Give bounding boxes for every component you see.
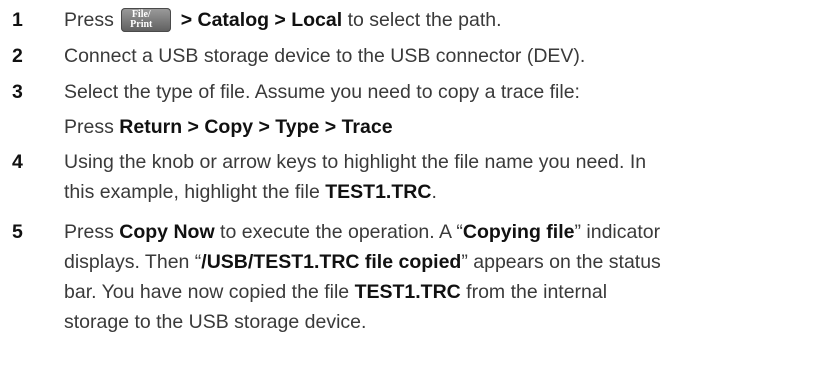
step-number: 2 [12,45,23,67]
step-number: 5 [12,221,23,243]
step-line: Select the type of file. Assume you need… [64,81,580,103]
step-line: Using the knob or arrow keys to highligh… [64,151,647,173]
menu-path: > Catalog > Local [180,9,343,31]
step-text: Using the knob or arrow keys to highligh… [64,147,829,207]
file-name: TEST1.TRC [325,181,432,203]
press-word: Press [64,9,114,31]
step-number: 1 [12,9,23,31]
step-line: to execute the operation. A “ [220,221,463,243]
key-label-bottom: Print [130,19,153,30]
menu-path: Return > Copy > Type > Trace [119,116,393,138]
step-line: this example, highlight the file [64,181,320,203]
step-line: storage to the USB storage device. [64,311,367,333]
step-number: 4 [12,151,23,173]
press-word: Press [64,116,114,138]
step-line: from the internal [466,281,608,303]
file-name: TEST1.TRC [354,281,461,303]
step-number: 3 [12,81,23,103]
step-line: displays. Then “ [64,251,202,273]
press-word: Press [64,221,114,243]
period: . [431,181,437,203]
file-print-key-icon: File/ Print [121,8,172,32]
step-text: Connect a USB storage device to the USB … [64,41,829,71]
step-line: Connect a USB storage device to the USB … [64,45,586,67]
step-rest: to select the path. [347,9,502,31]
copied-message: /USB/TEST1.TRC file copied [201,251,462,273]
step-text: Press Copy Now to execute the operation.… [64,217,829,337]
copy-now-key: Copy Now [119,221,215,243]
procedure-steps: 1 Press File/ Print > Catalog > Local to… [0,0,837,374]
step-text: Press File/ Print > Catalog > Local to s… [64,5,829,35]
step-line: ” appears on the status [461,251,661,273]
copying-indicator: Copying file [462,221,575,243]
step-line: ” indicator [574,221,661,243]
step-text: Select the type of file. Assume you need… [64,77,829,142]
step-line: bar. You have now copied the file [64,281,350,303]
